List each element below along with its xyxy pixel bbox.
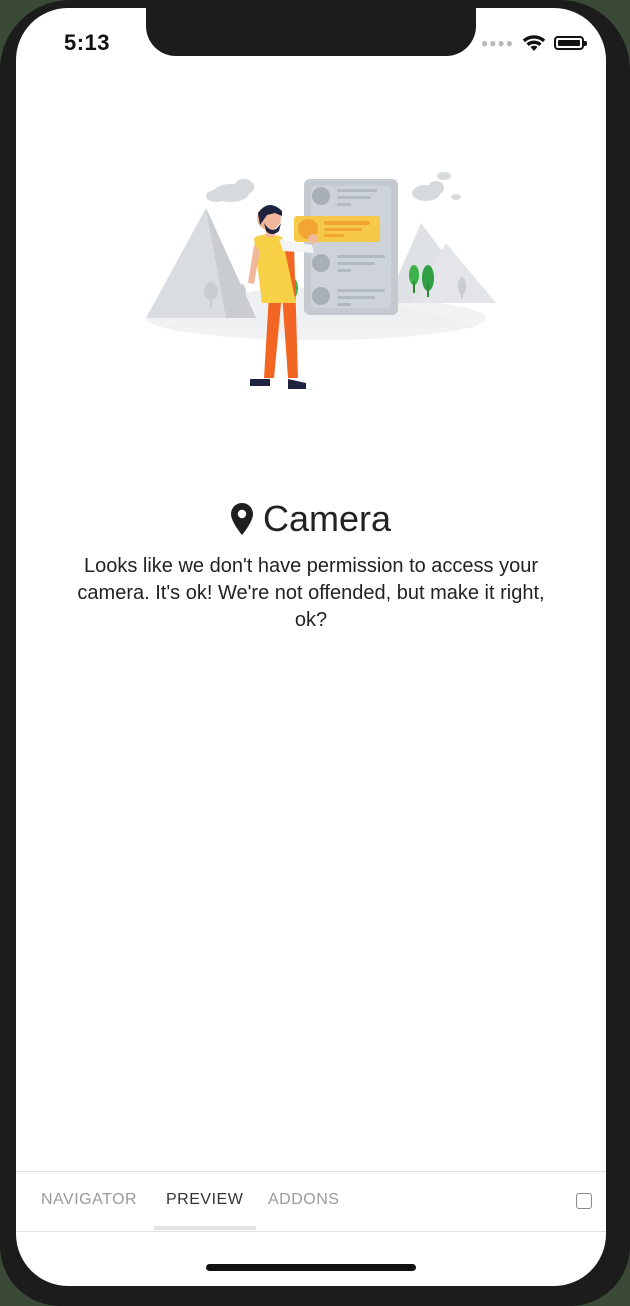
device-screen: 5:13 ●●●● Camera Looks like we don't hav… (16, 8, 606, 1286)
tab-addons[interactable]: ADDONS (268, 1172, 339, 1230)
status-time: 5:13 (64, 30, 111, 55)
tab-preview[interactable]: PREVIEW (153, 1172, 257, 1230)
tab-navigator[interactable]: NAVIGATOR (41, 1172, 137, 1230)
permission-message: Looks like we don't have permission to a… (77, 555, 545, 631)
signal-dots-icon: ●●●● (481, 36, 514, 50)
panel-toggle-checkbox-icon[interactable] (576, 1193, 592, 1209)
camera-title: Camera (262, 498, 392, 539)
camera-heading: Camera (16, 498, 606, 540)
home-indicator[interactable] (206, 1264, 416, 1271)
battery-icon (554, 36, 587, 50)
map-pin-icon (230, 503, 253, 535)
addon-tab-bar: NAVIGATOR PREVIEW ADDONS (16, 1171, 606, 1232)
wifi-icon (522, 35, 546, 51)
permission-illustration (146, 172, 496, 389)
status-icons: ●●●● (481, 34, 587, 52)
device-notch (146, 8, 476, 56)
